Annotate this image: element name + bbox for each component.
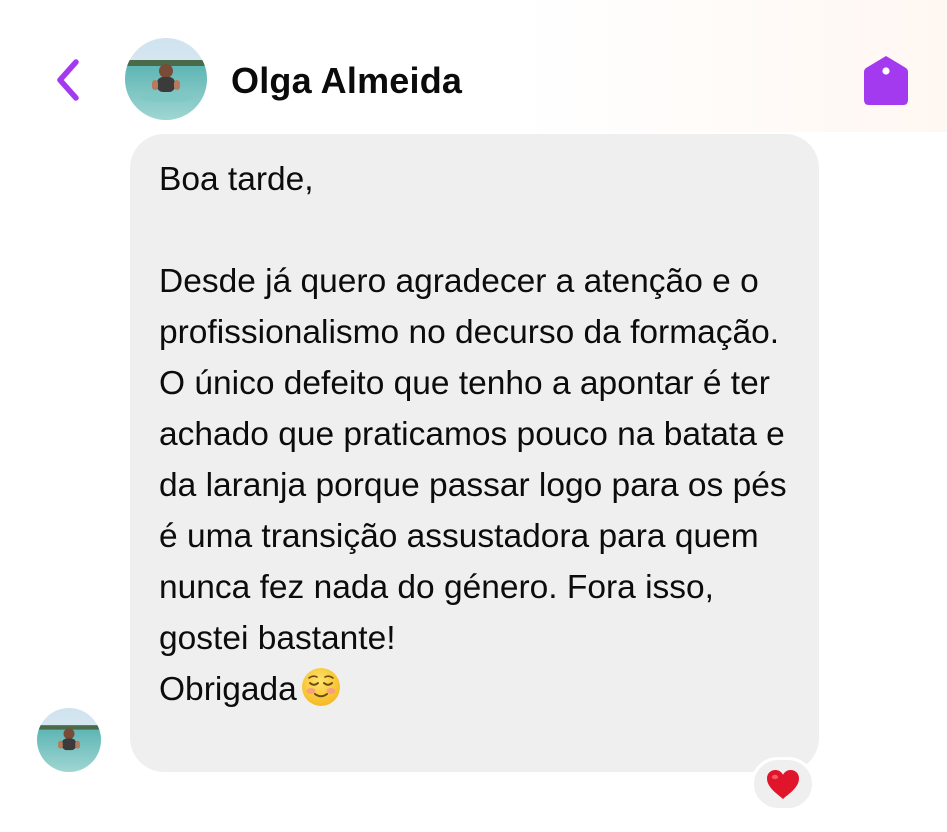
- tag-button[interactable]: [862, 52, 910, 108]
- red-heart-icon: [767, 769, 799, 799]
- message-avatar[interactable]: [37, 708, 101, 772]
- message-body: Boa tarde, Desde já quero agradecer a at…: [159, 161, 787, 708]
- profile-photo-icon: [125, 38, 207, 120]
- conversation-header: Olga Almeida: [0, 0, 947, 132]
- back-button[interactable]: [48, 56, 88, 104]
- contact-avatar[interactable]: [125, 38, 207, 120]
- contact-name[interactable]: Olga Almeida: [231, 59, 462, 103]
- message-bubble[interactable]: Boa tarde, Desde já quero agradecer a at…: [130, 134, 819, 772]
- smiling-face-icon: [301, 668, 340, 706]
- tag-icon: [864, 56, 908, 105]
- message-text: Boa tarde, Desde já quero agradecer a at…: [159, 154, 801, 715]
- message-reaction[interactable]: [751, 757, 815, 811]
- chevron-left-icon: [57, 59, 79, 101]
- profile-photo-icon: [37, 708, 101, 772]
